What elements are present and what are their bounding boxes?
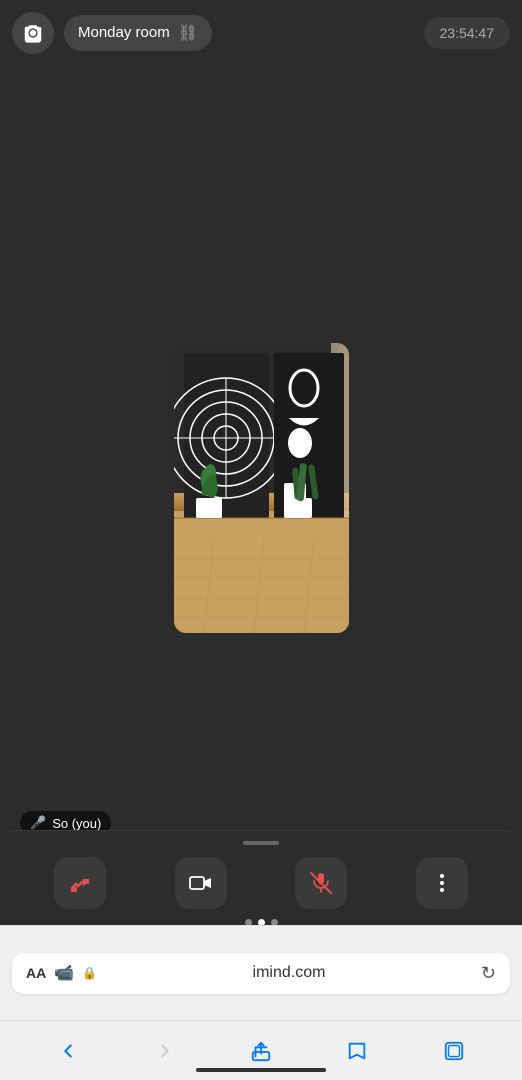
room-art [174, 343, 349, 633]
back-icon [57, 1040, 79, 1062]
timestamp: 23:54:47 [424, 17, 511, 49]
room-name: Monday room [78, 24, 170, 41]
forward-button[interactable] [143, 1029, 187, 1073]
camera-toggle-icon [189, 871, 213, 895]
share-icon [250, 1040, 272, 1062]
bookmarks-icon [346, 1040, 368, 1062]
more-icon [430, 871, 454, 895]
mic-button[interactable] [295, 857, 347, 909]
hangup-icon [68, 871, 92, 895]
text-size-button[interactable]: AA [26, 965, 46, 981]
controls-buttons [0, 845, 522, 909]
url-bar[interactable]: AA 📹 🔒 imind.com ↻ [12, 953, 510, 994]
header: Monday room ⛓ 23:54:47 [0, 0, 522, 65]
user-name: So (you) [52, 816, 101, 831]
back-button[interactable] [46, 1029, 90, 1073]
link-icon: ⛓ [178, 23, 198, 43]
video-area [0, 65, 522, 850]
share-button[interactable] [239, 1029, 283, 1073]
camera-button[interactable] [12, 12, 54, 54]
room-name-pill[interactable]: Monday room ⛓ [64, 15, 212, 51]
mic-muted-icon: 🎤 [30, 815, 46, 831]
tabs-icon [443, 1040, 465, 1062]
controls-bar [0, 830, 522, 925]
camera-icon [22, 22, 44, 44]
leave-button[interactable] [54, 857, 106, 909]
lock-icon: 🔒 [82, 966, 97, 980]
refresh-button[interactable]: ↻ [481, 963, 496, 984]
forward-icon [154, 1040, 176, 1062]
home-indicator [196, 1068, 326, 1072]
mic-muted-icon [309, 871, 333, 895]
bookmarks-button[interactable] [335, 1029, 379, 1073]
camera-feed [174, 343, 349, 633]
more-button[interactable] [416, 857, 468, 909]
url-text[interactable]: imind.com [105, 964, 473, 982]
tabs-button[interactable] [432, 1029, 476, 1073]
camera-toggle-button[interactable] [175, 857, 227, 909]
browser-bar: AA 📹 🔒 imind.com ↻ [0, 925, 522, 1020]
browser-video-icon: 📹 [54, 963, 74, 983]
